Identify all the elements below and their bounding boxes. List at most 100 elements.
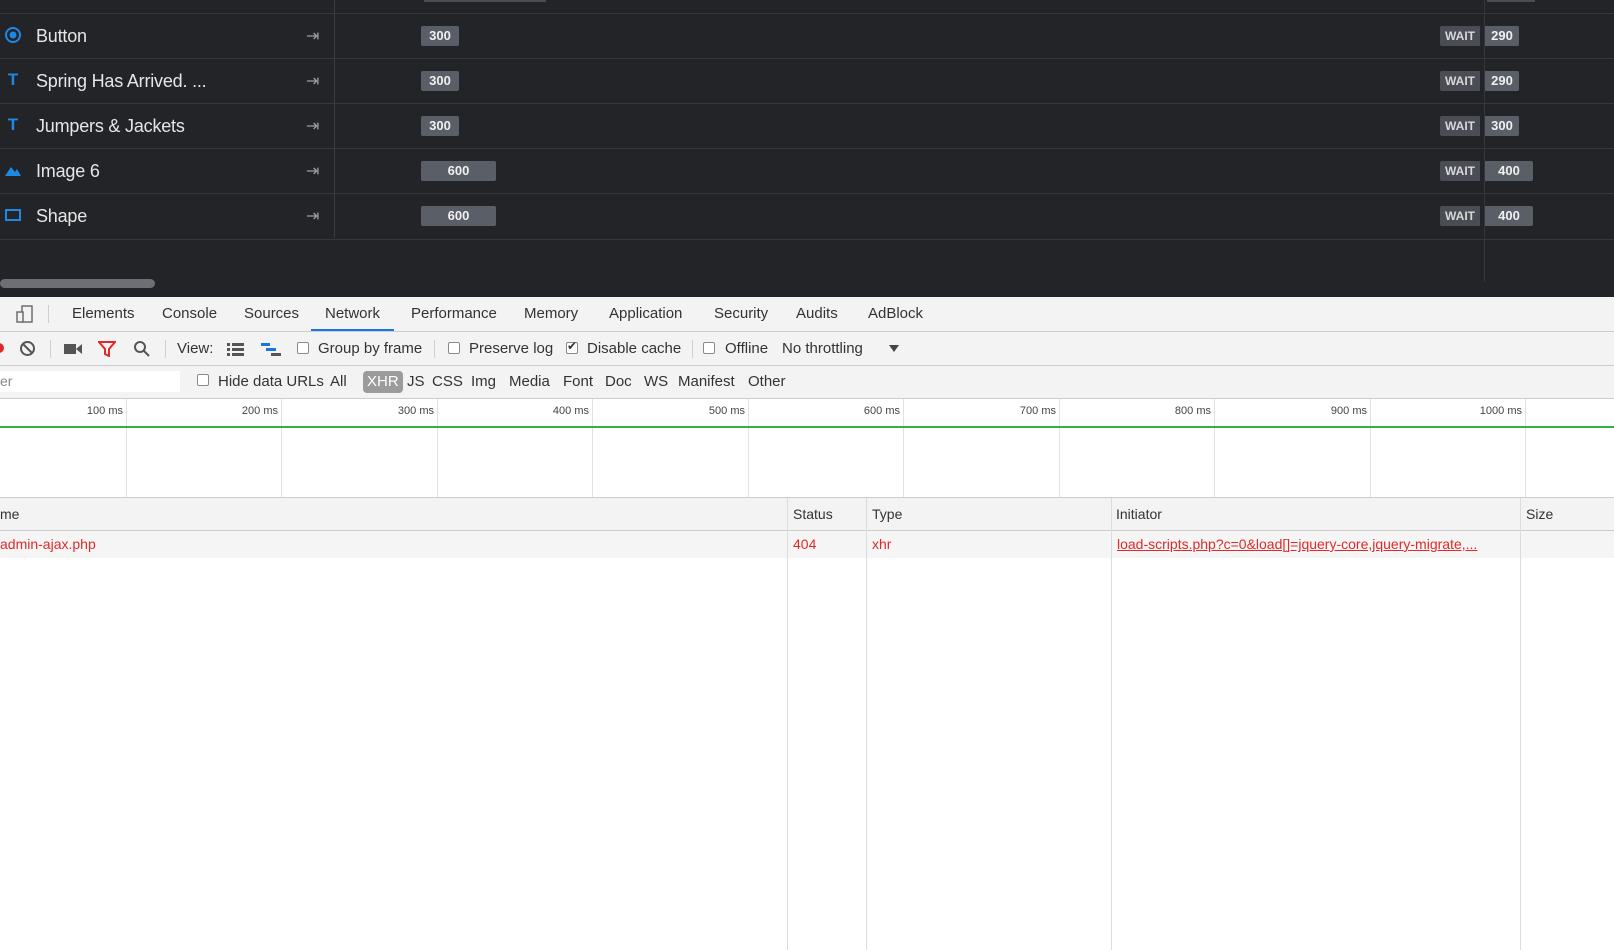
preserve-log-label: Preserve log	[469, 340, 554, 357]
filter-type-font[interactable]: Font	[563, 366, 593, 398]
layer-row-spring-has-arrived[interactable]: T Spring Has Arrived. ... ⇥ 300 WAIT 290	[0, 58, 1614, 104]
gridline	[126, 399, 127, 497]
layer-name: Button	[36, 26, 87, 46]
tab-security[interactable]: Security	[714, 297, 768, 331]
devtools-tab-bar: Elements Console Sources Network Perform…	[0, 297, 1614, 332]
chevron-down-icon[interactable]	[889, 345, 899, 353]
wait-value[interactable]: 290	[1485, 26, 1519, 46]
duration-bar[interactable]: 300	[421, 116, 459, 136]
column-name-header[interactable]: me	[0, 498, 19, 530]
hide-data-urls-label: Hide data URLs	[218, 373, 324, 390]
filter-type-doc[interactable]: Doc	[605, 366, 632, 398]
layer-row-button[interactable]: Button ⇥ 300 WAIT 290	[0, 13, 1614, 59]
column-divider[interactable]	[866, 498, 867, 950]
request-initiator-link[interactable]: load-scripts.php?c=0&load[]=jquery-core,…	[1117, 531, 1477, 558]
expand-arrow-icon[interactable]: ⇥	[306, 14, 319, 59]
tick-label: 400 ms	[552, 405, 589, 417]
expand-arrow-icon[interactable]: ⇥	[306, 104, 319, 149]
tab-audits[interactable]: Audits	[796, 297, 838, 331]
filter-type-ws[interactable]: WS	[644, 366, 668, 398]
record-icon[interactable]	[0, 343, 4, 353]
gridline	[903, 399, 904, 497]
wait-label: WAIT	[1440, 161, 1480, 181]
dom-content-loaded-line	[0, 426, 1614, 428]
filter-bar: Hide data URLs All XHR JS CSS Img Media …	[0, 366, 1614, 399]
wait-label: WAIT	[1440, 71, 1480, 91]
preserve-log-checkbox[interactable]	[448, 342, 460, 354]
column-type-header[interactable]: Type	[872, 498, 902, 530]
filter-type-manifest[interactable]: Manifest	[678, 366, 735, 398]
group-by-frame-checkbox[interactable]	[297, 342, 309, 354]
filter-type-all[interactable]: All	[330, 366, 347, 398]
toolbar-separator	[692, 340, 693, 358]
camera-icon[interactable]	[63, 342, 83, 356]
network-toolbar: View: Group by frame Preserve log Disabl…	[0, 332, 1614, 366]
tab-elements[interactable]: Elements	[72, 297, 135, 331]
hide-data-urls-checkbox[interactable]	[197, 374, 209, 386]
wait-value[interactable]: 400	[1485, 161, 1533, 181]
wait-value[interactable]: 290	[1485, 71, 1519, 91]
previous-row-bar	[424, 0, 546, 2]
tab-application[interactable]: Application	[609, 297, 682, 331]
tick-label: 600 ms	[863, 405, 900, 417]
tab-sources[interactable]: Sources	[244, 297, 299, 331]
expand-arrow-icon[interactable]: ⇥	[306, 59, 319, 104]
duration-bar[interactable]: 300	[421, 26, 459, 46]
duration-bar[interactable]: 600	[421, 206, 496, 226]
column-initiator-header[interactable]: Initiator	[1116, 498, 1162, 530]
tick-label: 200 ms	[241, 405, 278, 417]
device-toolbar-icon[interactable]	[16, 305, 34, 323]
list-view-icon[interactable]	[227, 342, 244, 356]
tab-adblock[interactable]: AdBlock	[868, 297, 923, 331]
wait-value[interactable]: 400	[1485, 206, 1533, 226]
shape-icon	[5, 209, 21, 221]
previous-row-wait-bar	[1487, 0, 1535, 2]
clear-icon[interactable]	[19, 340, 36, 357]
filter-type-xhr[interactable]: XHR	[363, 371, 403, 393]
tab-network[interactable]: Network	[311, 297, 395, 331]
column-divider[interactable]	[1111, 498, 1112, 950]
column-size-header[interactable]: Size	[1526, 498, 1553, 530]
image-icon	[5, 167, 21, 176]
horizontal-scrollbar[interactable]	[0, 279, 155, 288]
throttling-select[interactable]: No throttling	[782, 332, 863, 365]
filter-icon[interactable]	[98, 341, 116, 357]
filter-type-img[interactable]: Img	[471, 366, 496, 398]
tick-label: 500 ms	[708, 405, 745, 417]
gridline	[1214, 399, 1215, 497]
expand-arrow-icon[interactable]: ⇥	[306, 194, 319, 239]
table-row[interactable]: admin-ajax.php 404 xhr load-scripts.php?…	[0, 531, 1614, 558]
request-status: 404	[793, 536, 817, 552]
layer-row-image-6[interactable]: Image 6 ⇥ 600 WAIT 400	[0, 148, 1614, 194]
layer-row-shape[interactable]: Shape ⇥ 600 WAIT 400	[0, 193, 1614, 240]
search-icon[interactable]	[133, 340, 150, 357]
request-name[interactable]: admin-ajax.php	[0, 531, 96, 558]
view-label: View:	[177, 340, 214, 357]
duration-bar[interactable]: 300	[421, 71, 459, 91]
column-divider[interactable]	[1520, 498, 1521, 950]
offline-checkbox[interactable]	[703, 342, 715, 354]
column-divider[interactable]	[787, 498, 788, 950]
filter-type-media[interactable]: Media	[509, 366, 550, 398]
disable-cache-label: Disable cache	[587, 340, 682, 357]
tab-console[interactable]: Console	[162, 297, 217, 331]
network-overview[interactable]: 100 ms 200 ms 300 ms 400 ms 500 ms 600 m…	[0, 399, 1614, 498]
column-status-header[interactable]: Status	[793, 498, 833, 530]
disable-cache-checkbox[interactable]	[566, 339, 578, 354]
tab-separator	[48, 305, 49, 323]
expand-arrow-icon[interactable]: ⇥	[306, 149, 319, 194]
gridline	[281, 399, 282, 497]
text-icon: T	[7, 70, 19, 89]
tab-memory[interactable]: Memory	[524, 297, 578, 331]
filter-input[interactable]	[0, 371, 180, 392]
filter-type-js[interactable]: JS	[407, 366, 425, 398]
tab-performance[interactable]: Performance	[411, 297, 497, 331]
layer-row-jumpers-jackets[interactable]: T Jumpers & Jackets ⇥ 300 WAIT 300	[0, 103, 1614, 149]
duration-bar[interactable]: 600	[421, 161, 496, 181]
filter-type-css[interactable]: CSS	[432, 366, 463, 398]
wait-value[interactable]: 300	[1485, 116, 1519, 136]
layer-name: Shape	[36, 206, 88, 226]
filter-type-other[interactable]: Other	[748, 366, 786, 398]
waterfall-view-icon[interactable]	[261, 342, 281, 356]
request-table-header: me Status Type Initiator Size	[0, 498, 1614, 531]
